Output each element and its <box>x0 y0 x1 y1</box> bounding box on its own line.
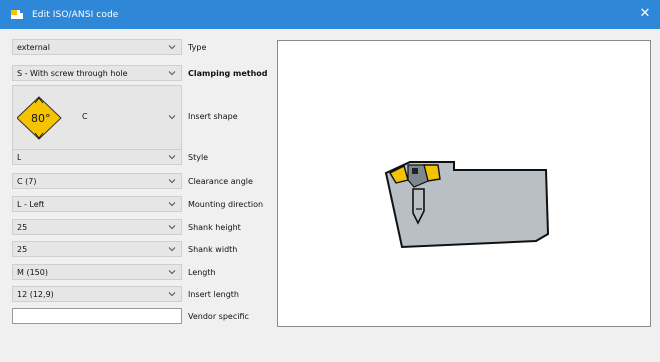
insert-shape-code: C <box>82 112 88 121</box>
mounting-direction-select[interactable]: L - Left <box>12 196 182 212</box>
clamping-method-select[interactable]: S - With screw through hole <box>12 65 182 81</box>
mounting-direction-label: Mounting direction <box>188 199 264 209</box>
type-select[interactable]: external <box>12 39 182 55</box>
chevron-down-icon <box>168 71 176 76</box>
chevron-down-icon <box>168 292 176 297</box>
insert-shape-angle: 80° <box>31 112 51 125</box>
clamping-method-value: S - With screw through hole <box>17 68 128 78</box>
type-row: external Type <box>12 38 206 56</box>
style-select[interactable]: L <box>12 149 182 165</box>
insert-length-value: 12 (12,9) <box>17 289 54 299</box>
shank-width-select[interactable]: 25 <box>12 241 182 257</box>
chevron-down-icon <box>168 202 176 207</box>
mounting-direction-value: L - Left <box>17 199 45 209</box>
clamping-method-row: S - With screw through hole Clamping met… <box>12 64 268 82</box>
shank-height-label: Shank height <box>188 222 241 232</box>
insert-shape-label: Insert shape <box>188 112 238 121</box>
length-value: M (150) <box>17 267 48 277</box>
chevron-down-icon <box>168 115 176 120</box>
chevron-down-icon <box>168 247 176 252</box>
shank-height-row: 25 Shank height <box>12 218 241 236</box>
tool-holder-drawing <box>384 161 550 249</box>
close-icon: ✕ <box>639 6 651 21</box>
title-bar: Edit ISO/ANSI code ✕ <box>0 0 660 29</box>
window-title: Edit ISO/ANSI code <box>32 9 119 20</box>
pocket-pin <box>412 168 418 174</box>
length-label: Length <box>188 267 216 277</box>
length-select[interactable]: M (150) <box>12 264 182 280</box>
type-value: external <box>17 42 50 52</box>
insert-shape-diamond-icon: 80° <box>17 96 62 140</box>
style-row: L Style <box>12 148 208 166</box>
chevron-down-icon <box>168 155 176 160</box>
tool-preview-pane <box>277 40 651 327</box>
shank-height-value: 25 <box>17 222 28 232</box>
clearance-angle-row: C (7) Clearance angle <box>12 172 253 190</box>
vendor-specific-label: Vendor specific <box>188 311 249 321</box>
insert-length-label: Insert length <box>188 289 239 299</box>
vendor-specific-row: Vendor specific <box>12 307 249 325</box>
clearance-angle-label: Clearance angle <box>188 176 253 186</box>
close-button[interactable]: ✕ <box>636 5 654 23</box>
chevron-down-icon <box>168 179 176 184</box>
shank-width-value: 25 <box>17 244 28 254</box>
clamping-method-label: Clamping method <box>188 68 268 78</box>
chevron-down-icon <box>168 45 176 50</box>
shank-width-label: Shank width <box>188 244 238 254</box>
insert-length-row: 12 (12,9) Insert length <box>12 285 239 303</box>
shank-width-row: 25 Shank width <box>12 240 237 258</box>
insert-length-select[interactable]: 12 (12,9) <box>12 286 182 302</box>
tool-holder-icon <box>11 9 23 19</box>
chevron-down-icon <box>168 270 176 275</box>
shank-height-select[interactable]: 25 <box>12 219 182 235</box>
style-label: Style <box>188 152 209 162</box>
chevron-down-icon <box>168 225 176 230</box>
clearance-angle-value: C (7) <box>17 176 37 186</box>
vendor-specific-input[interactable] <box>12 308 182 324</box>
insert-shape-select[interactable]: 80° C <box>12 85 182 151</box>
type-label: Type <box>188 42 207 52</box>
length-row: M (150) Length <box>12 263 216 281</box>
style-value: L <box>17 152 22 162</box>
mounting-direction-row: L - Left Mounting direction <box>12 195 263 213</box>
clearance-angle-select[interactable]: C (7) <box>12 173 182 189</box>
